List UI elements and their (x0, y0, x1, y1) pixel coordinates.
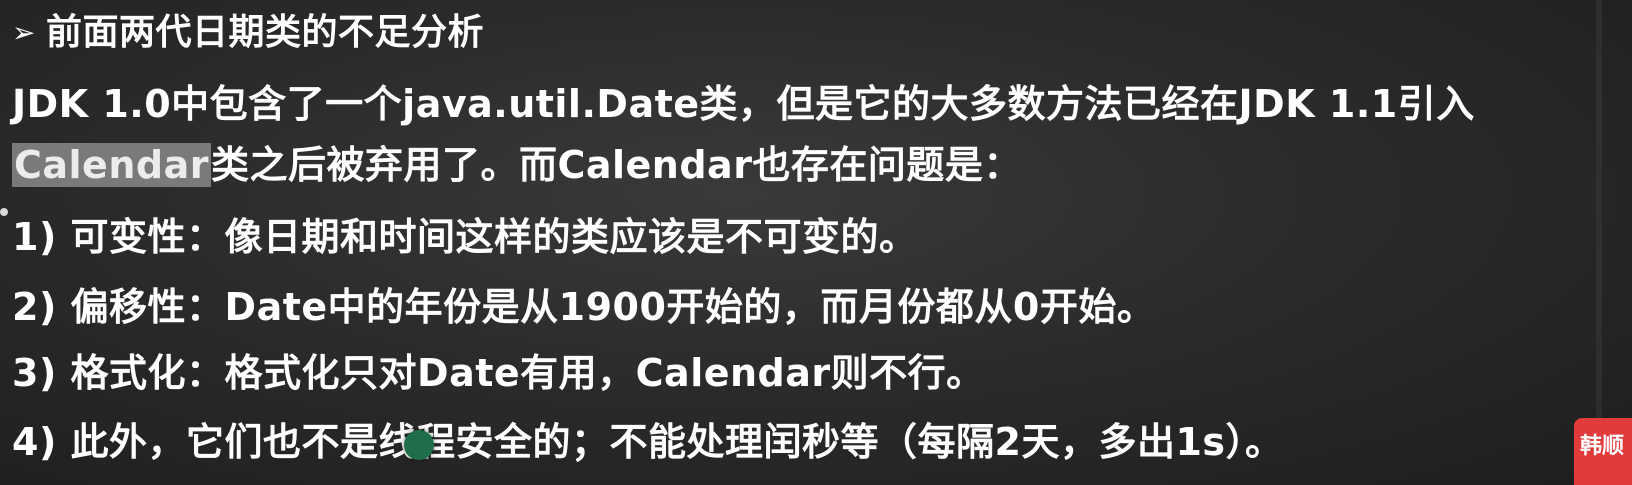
arrow-bullet-icon: ➢ (12, 16, 36, 49)
cursor-indicator-icon (404, 430, 434, 460)
pointer-dot (0, 208, 8, 216)
slide-canvas: ➢ 前面两代日期类的不足分析 JDK 1.0中包含了一个java.util.Dat… (0, 0, 1632, 485)
slide-heading: ➢ 前面两代日期类的不足分析 (12, 8, 484, 58)
background-stripe (1596, 0, 1602, 485)
point-thread-safety: 4) 此外，它们也不是线程安全的；不能处理闰秒等（每隔2天，多出1s）。 (12, 420, 1284, 464)
intro-line-2: Calendar类之后被弃用了。而Calendar也存在问题是： (12, 140, 1022, 190)
author-watermark-badge: 韩顺 (1574, 418, 1632, 485)
point-offset: 2) 偏移性：Date中的年份是从1900开始的，而月份都从0开始。 (12, 285, 1156, 329)
heading-text: 前面两代日期类的不足分析 (45, 12, 484, 53)
intro-line-1: JDK 1.0中包含了一个java.util.Date类，但是它的大多数方法已经… (12, 82, 1475, 126)
point-mutability: 1) 可变性：像日期和时间这样的类应该是不可变的。 (12, 215, 918, 259)
intro-line-2-rest: 类之后被弃用了。而Calendar也存在问题是： (210, 143, 1022, 187)
selected-text-calendar[interactable]: Calendar (12, 143, 211, 187)
point-formatting: 3) 格式化：格式化只对Date有用，Calendar则不行。 (12, 351, 985, 395)
